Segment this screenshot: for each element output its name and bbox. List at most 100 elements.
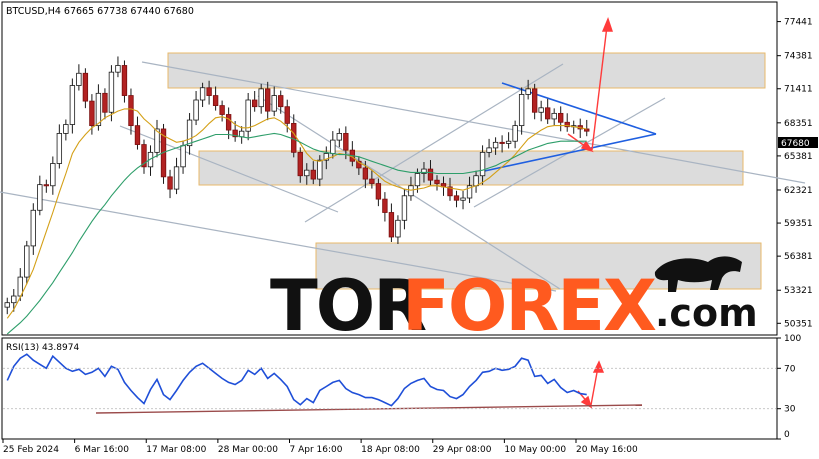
candle-body [30, 209, 36, 247]
candle-body [271, 95, 277, 112]
time-tick-label: 20 May 16:00 [576, 445, 638, 455]
candle-body [518, 94, 525, 127]
candle-body [362, 167, 369, 180]
price-axis: 50351 53321 56381 59351 62321 65381 68351 71411… [777, 18, 813, 329]
candle-body [499, 141, 505, 144]
price-tick-label: 71411 [784, 85, 813, 95]
candle-body [199, 87, 206, 101]
candle-body [50, 163, 56, 187]
candle-body [258, 88, 264, 108]
candle-body [492, 141, 499, 149]
time-tick-label: 10 May 00:00 [504, 445, 566, 455]
candle-body [505, 140, 512, 144]
candle-body [102, 92, 108, 113]
candle-body [558, 112, 564, 123]
time-axis: 25 Feb 2024 6 Mar 16:00 17 Mar 08:00 28 Mar… [2, 439, 638, 455]
candle-body [173, 166, 180, 190]
candle-body [525, 88, 531, 95]
candle-body [330, 139, 336, 154]
price-tick-label: 56381 [784, 252, 813, 262]
price-tick-label: 53321 [784, 286, 813, 296]
rsi-axis: 0 30 70 100 [777, 334, 801, 440]
price-tick-label: 50351 [784, 319, 813, 329]
price-tick-label: 68351 [784, 119, 813, 129]
candle-body [4, 302, 10, 308]
candle-body [460, 197, 466, 201]
candle-body [395, 219, 401, 238]
candle-body [310, 169, 316, 180]
candle-body [193, 99, 199, 121]
candle-body [486, 147, 492, 153]
candle-body [63, 124, 69, 134]
time-tick-label: 28 Mar 00:00 [218, 445, 278, 455]
candle-body [317, 159, 323, 180]
candle-body [336, 133, 343, 141]
candle-body [180, 145, 186, 168]
candle-body [219, 105, 225, 115]
candle-body [121, 65, 128, 96]
candle-body [167, 176, 173, 190]
candle-body [43, 184, 50, 187]
price-tick-label: 65381 [784, 152, 813, 162]
candle-body [453, 195, 460, 201]
rsi-pane [1, 337, 778, 440]
candle-body [284, 106, 290, 124]
time-tick-label: 7 Apr 16:00 [290, 445, 343, 455]
candle-body [297, 151, 303, 177]
candle-body [89, 100, 95, 127]
candle-body [212, 95, 219, 106]
candle-body [206, 87, 212, 96]
rsi-title: RSI(13) 43.8974 [6, 343, 79, 353]
price-tick-label: 59351 [784, 219, 813, 229]
candle-body [544, 107, 551, 120]
candle-body [401, 195, 408, 221]
rsi-tick-label: 30 [784, 405, 796, 415]
candle-body [512, 125, 518, 142]
candle-body [479, 151, 486, 177]
time-tick-label: 6 Mar 16:00 [75, 445, 130, 455]
candle-body [115, 65, 121, 73]
symbol-info: BTCUSD,H4 67665 67738 67440 67680 [6, 6, 194, 17]
candle-body [69, 85, 76, 125]
candle-body [128, 95, 134, 127]
candle-body [225, 114, 232, 131]
candle-body [134, 125, 141, 145]
logo-com: .com [655, 291, 758, 335]
candle-body [343, 133, 349, 151]
candle-body [24, 245, 30, 278]
candle-body [427, 168, 434, 181]
candle-body [369, 178, 375, 184]
candle-body [251, 99, 258, 108]
rsi-tick-label: 100 [784, 334, 801, 344]
candle-body [551, 112, 557, 120]
price-tick-label: 77441 [784, 18, 813, 28]
candle-body [278, 95, 284, 108]
candle-body [473, 175, 479, 187]
time-tick-label: 17 Mar 08:00 [146, 445, 206, 455]
price-tick-label: 62321 [784, 186, 813, 196]
candle-body [538, 107, 544, 113]
rsi-tick-label: 70 [784, 364, 796, 374]
candle-body [37, 184, 43, 211]
logo-forex: FOREX [402, 265, 656, 347]
candle-body [434, 179, 440, 184]
time-tick-label: 18 Apr 08:00 [361, 445, 420, 455]
current-price-tag: 67680 [778, 137, 818, 149]
candle-body [238, 130, 245, 138]
candle-body [245, 99, 251, 132]
candle-body [82, 72, 89, 102]
candle-body [375, 183, 382, 200]
current-price-label: 67680 [781, 139, 810, 149]
price-tick-label: 74381 [784, 52, 813, 62]
candle-body [408, 185, 414, 197]
candle-body [584, 128, 590, 132]
middle-zone [198, 150, 744, 186]
candle-body [108, 71, 115, 113]
torforex-logo: TOR FOREX .com [270, 256, 758, 347]
chart-canvas: 50351 53321 56381 59351 62321 65381 68351 71411… [0, 1, 818, 455]
candle-body [304, 169, 310, 177]
candle-body [95, 92, 102, 127]
candle-body [531, 88, 538, 113]
candle-body [382, 198, 388, 213]
candle-body [11, 295, 17, 304]
